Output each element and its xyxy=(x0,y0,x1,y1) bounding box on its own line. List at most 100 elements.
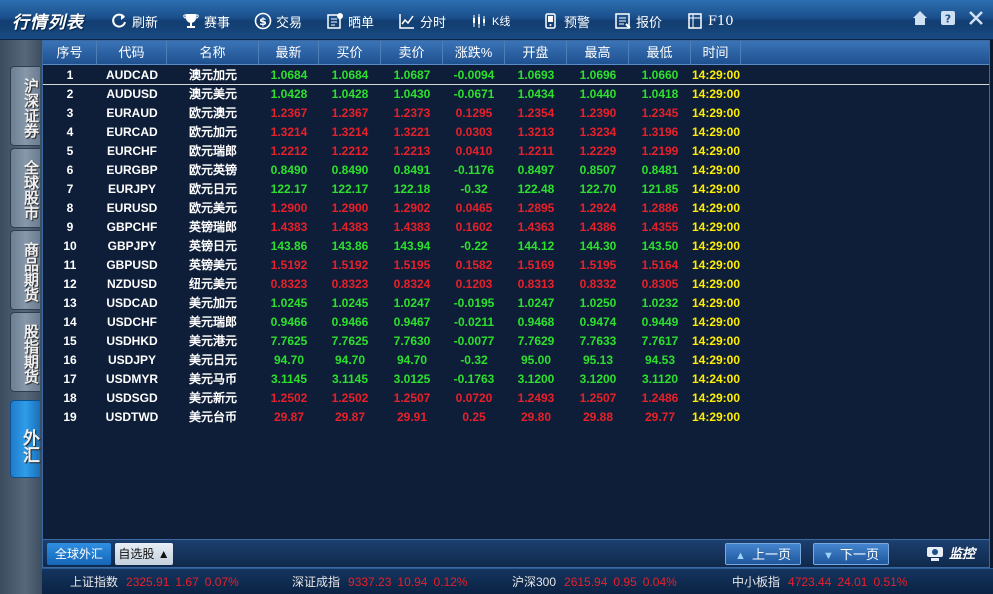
triangle-up-icon: ▲ xyxy=(735,550,746,562)
table-row[interactable]: 16 USDJPY 美元日元 94.70 94.70 94.70 -0.32 95.00 95.… xyxy=(43,351,989,370)
events-button[interactable]: 赛事 xyxy=(182,10,230,32)
header-col-change-pct[interactable]: 涨跌% xyxy=(443,41,505,65)
header-col-last[interactable]: 最新 xyxy=(259,41,319,65)
sidebar-tab-index-futures[interactable]: 股指期货 xyxy=(10,312,40,392)
sidebar-tab-commodity-futures[interactable]: 商品期货 xyxy=(10,230,40,310)
sidebar-tab-forex[interactable]: 外汇 xyxy=(10,400,40,478)
cell-change-pct: 0.0410 xyxy=(455,144,493,158)
table-row[interactable]: 4 EURCAD 欧元加元 1.3214 1.3214 1.3221 0.0303 1.321… xyxy=(43,123,989,142)
header-col-name[interactable]: 名称 xyxy=(167,41,259,65)
index-shenzhen[interactable]: 深证成指 9337.23 10.94 0.12% xyxy=(292,573,473,591)
table-row[interactable]: 2 AUDUSD 澳元美元 1.0428 1.0428 1.0430 -0.0671 1.04… xyxy=(43,85,989,104)
share-button[interactable]: 晒单 xyxy=(326,10,374,32)
cell-open: 0.8497 xyxy=(517,163,555,177)
cell-high: 1.2229 xyxy=(579,144,617,158)
cell-last: 1.2502 xyxy=(270,391,308,405)
table-row[interactable]: 9 GBPCHF 英镑瑞郎 1.4383 1.4383 1.4383 0.1602 1.436… xyxy=(43,218,989,237)
cell-code: USDHKD xyxy=(106,334,158,348)
header-col-bid[interactable]: 买价 xyxy=(319,41,381,65)
header-col-time[interactable]: 时间 xyxy=(691,41,741,65)
table-row[interactable]: 7 EURJPY 欧元日元 122.17 122.17 122.18 -0.32 122.48… xyxy=(43,180,989,199)
cell-name: 欧元瑞郎 xyxy=(188,144,237,158)
monitor-button[interactable]: 监控 xyxy=(926,544,975,564)
next-page-button[interactable]: ▼ 下一页 xyxy=(813,543,889,565)
kline-button[interactable]: K线 xyxy=(470,10,510,32)
cell-open: 1.2493 xyxy=(517,391,555,405)
alert-button[interactable]: 预警 xyxy=(542,10,590,32)
app-title: 行情列表 xyxy=(12,13,84,32)
cell-name: 英镑日元 xyxy=(188,239,237,253)
home-icon[interactable] xyxy=(911,9,929,27)
header-col-ask[interactable]: 卖价 xyxy=(381,41,443,65)
cell-name: 英镑瑞郎 xyxy=(188,220,237,234)
cell-high: 0.8507 xyxy=(579,163,617,177)
table-row[interactable]: 8 EURUSD 欧元美元 1.2900 1.2900 1.2902 0.0465 1.289… xyxy=(43,199,989,218)
table-row[interactable]: 19 USDTWD 美元台币 29.87 29.87 29.91 0.25 29.80 29.8… xyxy=(43,408,989,427)
cell-code: GBPUSD xyxy=(106,258,158,272)
cell-change-pct: -0.32 xyxy=(460,353,488,367)
cell-last: 3.1145 xyxy=(270,372,308,386)
cell-code: USDJPY xyxy=(107,353,157,367)
f10-button[interactable]: F10 xyxy=(686,10,734,32)
cell-ask: 0.8491 xyxy=(393,163,431,177)
cell-low: 1.2199 xyxy=(641,144,679,158)
tab-global-forex[interactable]: 全球外汇 xyxy=(47,543,111,565)
header-col-code[interactable]: 代码 xyxy=(97,41,167,65)
cell-last: 0.8490 xyxy=(270,163,308,177)
table-row[interactable]: 3 EURAUD 欧元澳元 1.2367 1.2367 1.2373 0.1295 1.235… xyxy=(43,104,989,123)
cell-bid: 7.7625 xyxy=(331,334,369,348)
cell-low: 0.8305 xyxy=(641,277,679,291)
cell-time: 14:29:00 xyxy=(691,163,741,177)
sidebar-tab-global-stocks[interactable]: 全球股市 xyxy=(10,148,40,228)
close-icon[interactable] xyxy=(967,9,985,27)
index-csi300[interactable]: 沪深300 2615.94 0.95 0.04% xyxy=(512,573,683,591)
cell-open: 1.5169 xyxy=(517,258,555,272)
table-row[interactable]: 11 GBPUSD 英镑美元 1.5192 1.5192 1.5195 0.1582 1.51… xyxy=(43,256,989,275)
sidebar-tab-sh-sz[interactable]: 沪深证券 xyxy=(10,66,40,146)
cell-change-pct: -0.0094 xyxy=(453,68,495,82)
cell-bid: 1.2212 xyxy=(331,144,369,158)
cell-ask: 143.94 xyxy=(393,239,431,253)
cell-low: 1.2886 xyxy=(641,201,679,215)
cell-ask: 1.4383 xyxy=(393,220,431,234)
cell-low: 94.53 xyxy=(644,353,676,367)
table-row[interactable]: 12 NZDUSD 纽元美元 0.8323 0.8323 0.8324 0.1203 0.83… xyxy=(43,275,989,294)
cell-ask: 122.18 xyxy=(393,182,431,196)
cell-open: 29.80 xyxy=(520,410,552,424)
table-row[interactable]: 6 EURGBP 欧元英镑 0.8490 0.8490 0.8491 -0.1176 0.84… xyxy=(43,161,989,180)
cell-bid: 0.9466 xyxy=(331,315,369,329)
header-col-high[interactable]: 最高 xyxy=(567,41,629,65)
cell-high: 1.5195 xyxy=(579,258,617,272)
trade-button[interactable]: $ 交易 xyxy=(254,10,302,32)
cell-open: 1.3213 xyxy=(517,125,555,139)
cell-ask: 1.5195 xyxy=(393,258,431,272)
table-row[interactable]: 1 AUDCAD 澳元加元 1.0684 1.0684 1.0687 -0.0094 1.06… xyxy=(43,66,989,85)
cell-time: 14:29:00 xyxy=(691,68,741,82)
table-row[interactable]: 13 USDCAD 美元加元 1.0245 1.0245 1.0247 -0.0195 1.0… xyxy=(43,294,989,313)
trophy-icon xyxy=(182,12,200,30)
refresh-button[interactable]: 刷新 xyxy=(110,10,158,32)
cell-code: AUDCAD xyxy=(106,68,158,82)
tab-watchlist[interactable]: 自选股 ▲ xyxy=(115,543,173,565)
index-sme[interactable]: 中小板指 4723.44 24.01 0.51% xyxy=(732,573,913,591)
cell-time: 14:29:00 xyxy=(691,239,741,253)
cell-name: 纽元美元 xyxy=(188,277,237,291)
help-icon[interactable]: ? xyxy=(939,9,957,27)
table-row[interactable]: 10 GBPJPY 英镑日元 143.86 143.86 143.94 -0.22 144.1… xyxy=(43,237,989,256)
table-row[interactable]: 17 USDMYR 美元马币 3.1145 3.1145 3.0125 -0.1763 3.1… xyxy=(43,370,989,389)
table-row[interactable]: 15 USDHKD 美元港元 7.7625 7.7625 7.7630 -0.0077 7.7… xyxy=(43,332,989,351)
table-row[interactable]: 18 USDSGD 美元新元 1.2502 1.2502 1.2507 0.0720 1.24… xyxy=(43,389,989,408)
header-col-no[interactable]: 序号 xyxy=(43,41,97,65)
header-col-low[interactable]: 最低 xyxy=(629,41,691,65)
table-row[interactable]: 5 EURCHF 欧元瑞郎 1.2212 1.2212 1.2213 0.0410 1.221… xyxy=(43,142,989,161)
prev-page-button[interactable]: ▲ 上一页 xyxy=(725,543,801,565)
quote-button[interactable]: 报价 xyxy=(614,10,662,32)
header-col-open[interactable]: 开盘 xyxy=(505,41,567,65)
table-row[interactable]: 14 USDCHF 美元瑞郎 0.9466 0.9466 0.9467 -0.0211 0.9… xyxy=(43,313,989,332)
minute-chart-button[interactable]: 分时 xyxy=(398,10,446,32)
cell-code: AUDUSD xyxy=(106,87,158,101)
cell-change-pct: 0.1295 xyxy=(455,106,493,120)
index-shanghai[interactable]: 上证指数 2325.91 1.67 0.07% xyxy=(70,573,245,591)
cell-no: 12 xyxy=(63,277,77,291)
cell-name: 美元马币 xyxy=(188,372,237,386)
